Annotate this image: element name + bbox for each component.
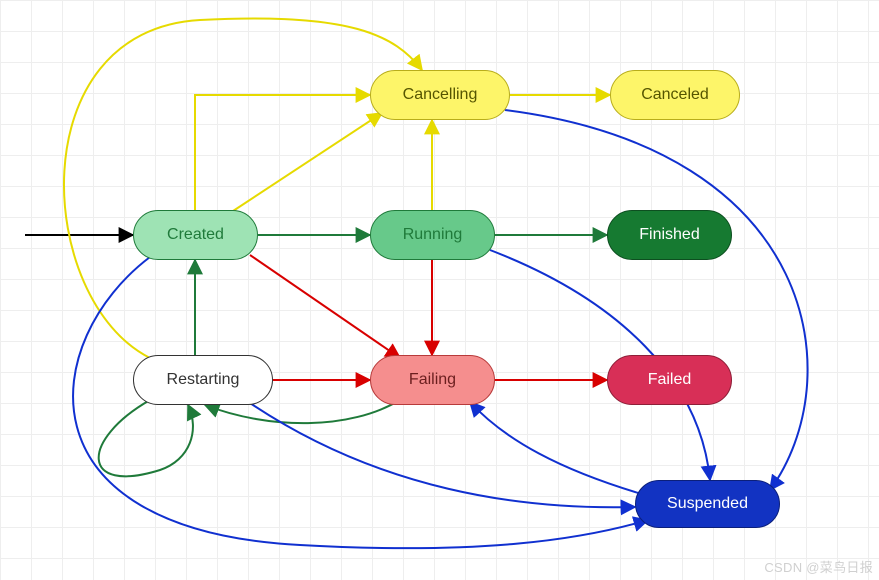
diagram-canvas: Created Running Finished Cancelling Canc… — [0, 0, 879, 580]
state-label: Running — [403, 226, 463, 244]
state-label: Cancelling — [403, 86, 478, 104]
state-cancelling: Cancelling — [370, 70, 510, 120]
state-running: Running — [370, 210, 495, 260]
state-created: Created — [133, 210, 258, 260]
state-canceled: Canceled — [610, 70, 740, 120]
state-finished: Finished — [607, 210, 732, 260]
state-label: Suspended — [667, 495, 748, 513]
state-restarting: Restarting — [133, 355, 273, 405]
state-failed: Failed — [607, 355, 732, 405]
state-label: Created — [167, 226, 224, 244]
state-label: Failed — [648, 371, 692, 389]
state-suspended: Suspended — [635, 480, 780, 528]
state-label: Restarting — [167, 371, 240, 389]
state-label: Failing — [409, 371, 456, 389]
state-failing: Failing — [370, 355, 495, 405]
state-label: Canceled — [641, 86, 709, 104]
watermark: CSDN @菜鸟日报 — [764, 557, 873, 576]
state-label: Finished — [639, 226, 699, 244]
